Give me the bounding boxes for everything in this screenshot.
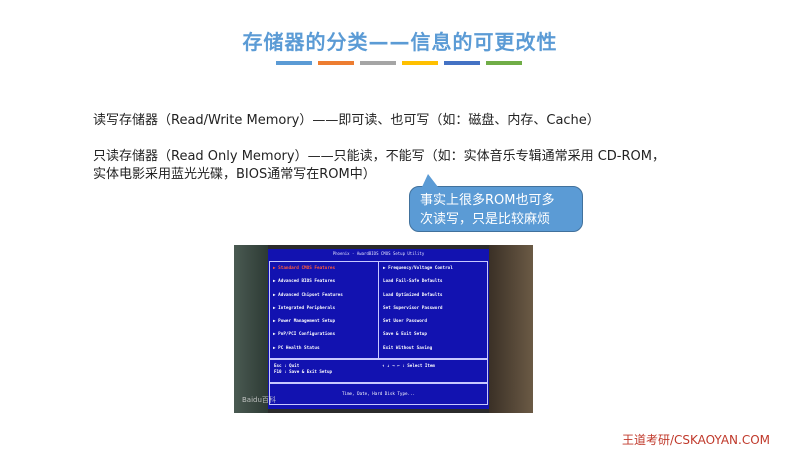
bios-hint-f10: F10 : Save & Exit Setup	[274, 369, 332, 374]
bios-menu-item: ▶ Power Management Setup	[273, 319, 336, 325]
bios-photo: Phoenix - AwardBIOS CMOS Setup Utility ▶…	[234, 245, 533, 413]
bios-key-hints: Esc : Quit F10 : Save & Exit Setup ↑ ↓ →…	[269, 359, 488, 383]
bios-menu-item: ▶ PnP/PCI Configurations	[273, 332, 336, 338]
monitor-bezel-right	[489, 245, 533, 413]
monitor-bezel-left	[234, 245, 268, 413]
callout-text-line1: 事实上很多ROM也可多	[420, 193, 555, 208]
bios-menu-item: Load Fail-Safe Defaults	[383, 279, 443, 285]
bios-menu-item: Exit Without Saving	[383, 345, 433, 351]
bios-right-menu: ▶ Frequency/Voltage Control Load Fail-Sa…	[383, 266, 453, 359]
bios-left-menu: ▶ Standard CMOS Features ▶ Advanced BIOS…	[273, 266, 343, 359]
color-bar	[444, 61, 480, 65]
color-bar	[360, 61, 396, 65]
callout-text-line2: 次读写，只是比较麻烦	[420, 212, 551, 227]
bios-menu-item: ▶ PC Health Status	[273, 345, 320, 351]
callout-pointer	[422, 174, 438, 187]
bios-menu-item: Load Optimized Defaults	[383, 292, 443, 298]
photo-watermark: Baidu百科	[242, 396, 276, 404]
bios-header: Phoenix - AwardBIOS CMOS Setup Utility	[332, 251, 425, 256]
footer-brand: 王道考研/CSKAOYAN.COM	[621, 433, 770, 447]
bios-description: Time, Date, Hard Disk Type...	[269, 383, 488, 405]
bios-screen: Phoenix - AwardBIOS CMOS Setup Utility ▶…	[268, 249, 489, 409]
color-bar	[276, 61, 312, 65]
panel-divider	[378, 262, 379, 358]
bios-hint-keys: Esc : Quit F10 : Save & Exit Setup	[274, 363, 332, 375]
color-bar-strip	[276, 61, 522, 65]
color-bar	[318, 61, 354, 65]
bios-menu-panel: ▶ Standard CMOS Features ▶ Advanced BIOS…	[269, 261, 488, 359]
bios-menu-item: Save & Exit Setup	[383, 332, 427, 338]
slide-title: 存储器的分类——信息的可更改性	[242, 30, 558, 54]
bios-menu-item: ▶ Integrated Peripherals	[273, 305, 336, 311]
bios-menu-item: ▶ Frequency/Voltage Control	[383, 266, 453, 271]
bios-menu-item: Set User Password	[383, 319, 427, 325]
bios-hint-select: ↑ ↓ → ← : Select Item	[382, 363, 435, 368]
rom-text-line2: 实体电影采用蓝光光碟，BIOS通常写在ROM中）	[93, 167, 376, 182]
rw-memory-text: 读写存储器（Read/Write Memory）——即可读、也可写（如：磁盘、内…	[93, 113, 600, 128]
color-bar	[402, 61, 438, 65]
bios-menu-item: ▶ Advanced Chipset Features	[273, 292, 343, 298]
bios-menu-item: Set Supervisor Password	[383, 305, 443, 311]
color-bar	[486, 61, 522, 65]
callout-note: 事实上很多ROM也可多 次读写，只是比较麻烦	[409, 174, 583, 232]
bios-menu-item: ▶ Advanced BIOS Features	[273, 279, 336, 285]
bios-menu-item: ▶ Standard CMOS Features	[273, 266, 336, 271]
